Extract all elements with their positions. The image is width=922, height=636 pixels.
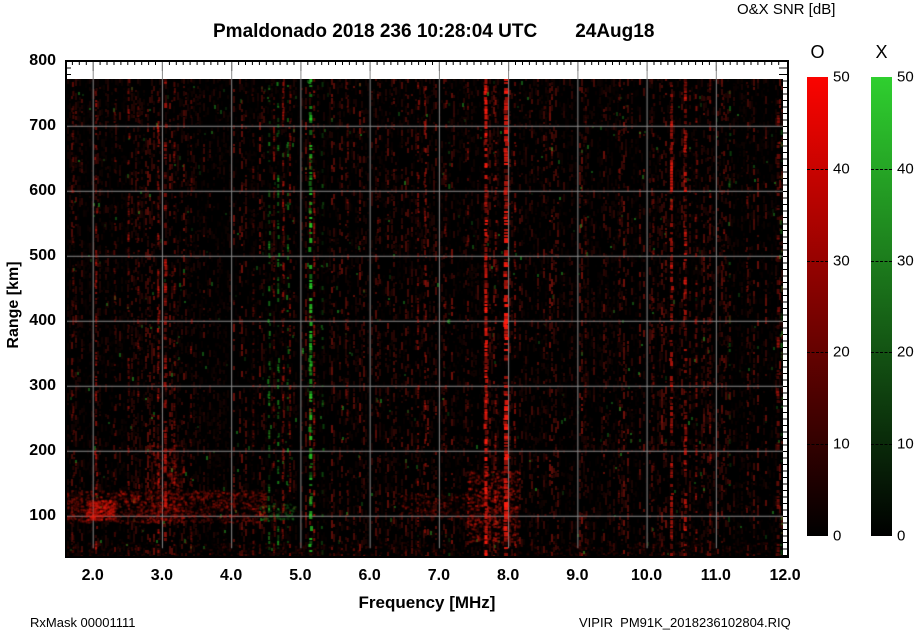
- x-tick-label: 10.0: [631, 567, 663, 584]
- colorbar-tick-label: 30: [833, 252, 850, 270]
- colorbar-tick-label: 20: [833, 343, 850, 361]
- y-tick-label: 200: [29, 441, 56, 459]
- y-tick-label: 800: [29, 51, 56, 69]
- x-axis-label: Frequency [MHz]: [358, 593, 496, 612]
- colorbar-tick-dash: [871, 444, 892, 446]
- y-tick-label: 400: [29, 311, 56, 329]
- y-tick-label: 300: [29, 376, 56, 394]
- colorbar-title: O&X SNR [dB]: [737, 1, 836, 18]
- colorbar-tick-label: 40: [833, 160, 850, 178]
- colorbar-tick-dash: [807, 352, 828, 354]
- y-axis-label: Range [km]: [5, 261, 22, 349]
- x-tick-label: 5.0: [289, 567, 312, 584]
- rxmask-text: RxMask 00001111: [30, 615, 136, 630]
- x-tick-label: 11.0: [700, 567, 731, 584]
- x-tick-label: 4.0: [220, 567, 243, 584]
- file-id-text: VIPIR PM91K_2018236102804.RIQ: [579, 615, 791, 630]
- x-tick-label: 9.0: [566, 567, 589, 584]
- colorbar-tick-label: 50: [833, 68, 850, 86]
- x-tick-label: 3.0: [150, 567, 174, 584]
- x-tick-label: 12.0: [769, 567, 801, 584]
- x-tick-label: 7.0: [427, 567, 450, 584]
- date-label: 24Aug18: [575, 21, 655, 42]
- colorbar-o-label: O: [810, 42, 825, 62]
- colorbar-x-label: X: [875, 42, 888, 62]
- y-tick-label: 500: [29, 246, 56, 264]
- colorbar-tick-dash: [871, 168, 892, 170]
- colorbar-tick-dash: [807, 260, 828, 262]
- colorbar-tick-label: 10: [833, 435, 850, 453]
- colorbar-tick-label: 20: [897, 343, 914, 361]
- colorbar-tick-label: 0: [833, 527, 842, 545]
- y-tick-label: 100: [29, 506, 56, 524]
- colorbar-tick-dash: [807, 168, 828, 170]
- x-tick-label: 2.0: [81, 567, 104, 584]
- colorbar-tick-dash: [871, 352, 892, 354]
- y-tick-label: 700: [29, 116, 56, 134]
- colorbar-tick-dash: [871, 260, 892, 262]
- colorbar-o: [807, 77, 828, 536]
- colorbar-tick-label: 40: [897, 160, 914, 178]
- x-tick-label: 6.0: [358, 567, 381, 584]
- station-time-title: Pmaldonado 2018 236 10:28:04 UTC: [213, 21, 538, 42]
- ionogram-canvas: [65, 79, 783, 558]
- y-tick-label: 600: [29, 181, 56, 199]
- colorbar-x: [871, 77, 892, 536]
- colorbar-tick-label: 10: [897, 435, 914, 453]
- plot-title: Pmaldonado 2018 236 10:28:04 UTC 24Aug18: [213, 21, 654, 43]
- x-tick-label: 8.0: [496, 567, 520, 584]
- colorbar-tick-label: 30: [897, 252, 914, 270]
- colorbar-tick-label: 0: [897, 527, 906, 545]
- colorbar-tick-dash: [807, 444, 828, 446]
- ionogram-page: Pmaldonado 2018 236 10:28:04 UTC 24Aug18…: [0, 0, 922, 636]
- colorbar-tick-label: 50: [897, 68, 914, 86]
